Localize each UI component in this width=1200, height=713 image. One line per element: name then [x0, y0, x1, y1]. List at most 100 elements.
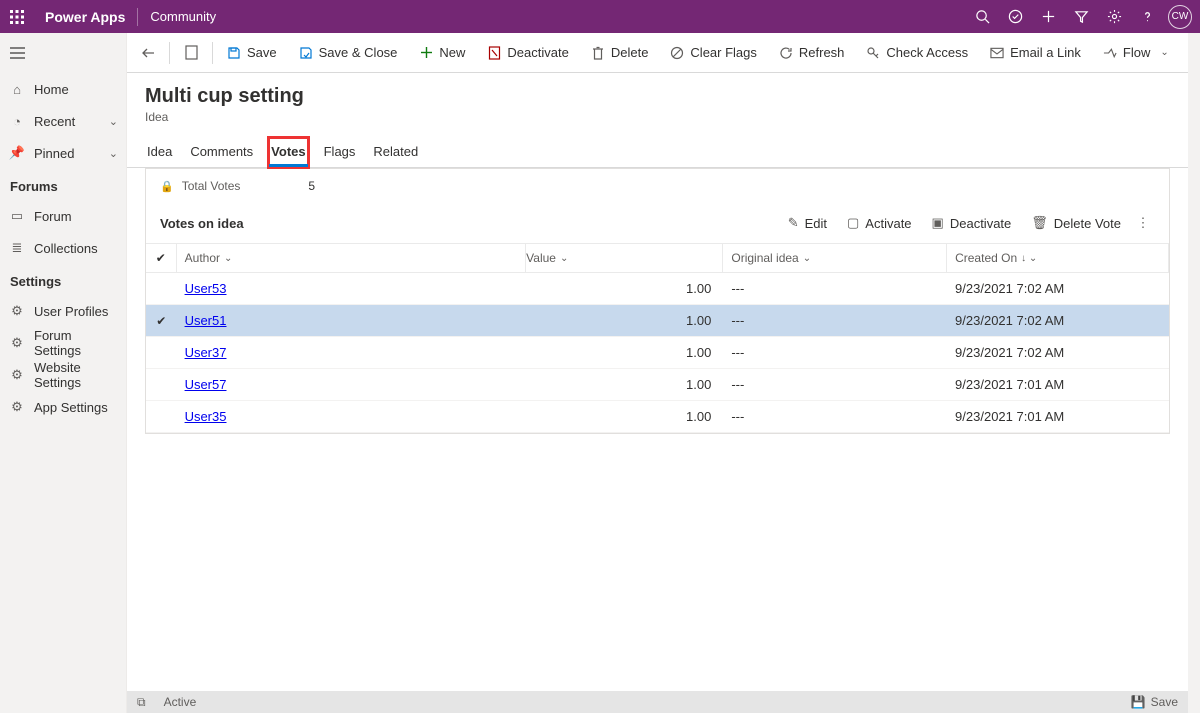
status-bar: ⧉ Active 💾Save: [127, 691, 1188, 713]
flow-button[interactable]: Flow ⌄: [1093, 37, 1179, 69]
cell-author: User53: [177, 273, 527, 304]
more-commands-icon[interactable]: ⋮: [1131, 215, 1155, 231]
votes-card: 🔒 Total Votes 5 Votes on idea ✎Edit ▢Act…: [145, 168, 1170, 434]
cmd-label: Flow: [1123, 45, 1150, 60]
add-icon[interactable]: [1032, 0, 1065, 33]
hamburger-icon[interactable]: [0, 33, 126, 73]
cmd-label: Edit: [805, 216, 827, 231]
author-link[interactable]: User57: [185, 377, 227, 392]
save-button[interactable]: Save: [217, 37, 287, 69]
check-icon: ✔: [156, 314, 166, 328]
col-value[interactable]: Value⌄: [526, 244, 723, 272]
nav-group-forums: Forums: [0, 169, 126, 200]
cell-author: User57: [177, 369, 527, 400]
nav-app-settings[interactable]: ⚙App Settings: [0, 391, 126, 423]
deactivate-button[interactable]: Deactivate: [477, 37, 578, 69]
table-row[interactable]: User371.00---9/23/2021 7:02 AM: [146, 337, 1169, 369]
waffle-icon[interactable]: [0, 0, 33, 33]
form-tabs: Idea Comments Votes Flags Related: [127, 124, 1188, 168]
tab-votes[interactable]: Votes: [269, 138, 307, 167]
row-select[interactable]: [146, 273, 177, 304]
list-icon: ≣: [10, 240, 24, 256]
check-access-button[interactable]: Check Access: [856, 37, 978, 69]
nav-label: Forum: [34, 209, 118, 224]
page-header: Multi cup setting Idea: [127, 73, 1188, 124]
new-button[interactable]: New: [409, 37, 475, 69]
cell-value: 1.00: [526, 305, 723, 336]
tab-comments[interactable]: Comments: [188, 138, 255, 167]
col-author[interactable]: Author⌄: [177, 244, 527, 272]
delete-button[interactable]: Delete: [581, 37, 659, 69]
user-avatar[interactable]: CW: [1168, 5, 1192, 29]
subgrid-title: Votes on idea: [160, 216, 244, 231]
nav-forum[interactable]: ▭ Forum: [0, 200, 126, 232]
nav-label: Home: [34, 82, 118, 97]
col-created-on[interactable]: Created On ↓ ⌄: [947, 244, 1169, 272]
row-select[interactable]: ✔: [146, 305, 177, 336]
cmd-label: Email a Link: [1010, 45, 1081, 60]
clear-flags-icon: [670, 46, 684, 60]
filter-icon[interactable]: [1065, 0, 1098, 33]
nav-forum-settings[interactable]: ⚙Forum Settings: [0, 327, 126, 359]
author-link[interactable]: User53: [185, 281, 227, 296]
clock-icon: ◔: [10, 114, 24, 129]
table-row[interactable]: User571.00---9/23/2021 7:01 AM: [146, 369, 1169, 401]
refresh-button[interactable]: Refresh: [769, 37, 855, 69]
col-original-idea[interactable]: Original idea⌄: [723, 244, 947, 272]
open-record-set-button[interactable]: [174, 37, 208, 69]
author-link[interactable]: User51: [185, 313, 227, 328]
col-label: Created On: [955, 251, 1017, 265]
search-icon[interactable]: [966, 0, 999, 33]
nav-user-profiles[interactable]: ⚙User Profiles: [0, 295, 126, 327]
deactivate-icon: [487, 46, 501, 60]
cmd-label: Refresh: [799, 45, 845, 60]
clear-flags-button[interactable]: Clear Flags: [660, 37, 766, 69]
nav-label: Forum Settings: [34, 328, 118, 358]
table-row[interactable]: ✔User511.00---9/23/2021 7:02 AM: [146, 305, 1169, 337]
tab-flags[interactable]: Flags: [322, 138, 358, 167]
back-button[interactable]: [131, 37, 165, 69]
nav-group-settings: Settings: [0, 264, 126, 295]
nav-website-settings[interactable]: ⚙Website Settings: [0, 359, 126, 391]
content-area: 🔒 Total Votes 5 Votes on idea ✎Edit ▢Act…: [127, 168, 1188, 691]
deactivate-grid-button[interactable]: ▣Deactivate: [922, 207, 1022, 239]
nav-pinned[interactable]: 📌Pinned⌄: [0, 137, 126, 169]
total-votes-value: 5: [308, 179, 315, 193]
global-header: Power Apps Community CW: [0, 0, 1200, 33]
nav-recent[interactable]: ◔Recent⌄: [0, 105, 126, 137]
forum-icon: ▭: [10, 208, 24, 224]
flow-icon: [1103, 47, 1117, 59]
tab-idea[interactable]: Idea: [145, 138, 174, 167]
assistant-icon[interactable]: [999, 0, 1032, 33]
save-close-button[interactable]: Save & Close: [289, 37, 408, 69]
author-link[interactable]: User35: [185, 409, 227, 424]
cell-created-on: 9/23/2021 7:02 AM: [947, 273, 1169, 304]
nav-collections[interactable]: ≣Collections: [0, 232, 126, 264]
delete-vote-button[interactable]: 🗑Delete Vote: [1021, 207, 1131, 239]
cell-original-idea: ---: [723, 401, 947, 432]
table-row[interactable]: User531.00---9/23/2021 7:02 AM: [146, 273, 1169, 305]
row-select[interactable]: [146, 337, 177, 368]
environment-name[interactable]: Community: [138, 9, 228, 24]
row-select[interactable]: [146, 401, 177, 432]
activate-button[interactable]: ▢Activate: [837, 207, 922, 239]
right-scrollbar[interactable]: [1188, 33, 1200, 713]
nav-label: Pinned: [34, 146, 99, 161]
author-link[interactable]: User37: [185, 345, 227, 360]
save-footer-button[interactable]: 💾Save: [1131, 695, 1178, 709]
help-icon[interactable]: [1131, 0, 1164, 33]
page-title: Multi cup setting: [145, 85, 1188, 108]
email-link-button[interactable]: Email a Link: [980, 37, 1091, 69]
settings-gear-icon[interactable]: [1098, 0, 1131, 33]
nav-home[interactable]: ⌂Home: [0, 73, 126, 105]
tab-related[interactable]: Related: [371, 138, 420, 167]
row-select[interactable]: [146, 369, 177, 400]
edit-button[interactable]: ✎ Edit: [778, 207, 837, 239]
col-select[interactable]: ✔: [146, 244, 177, 272]
table-row[interactable]: User351.00---9/23/2021 7:01 AM: [146, 401, 1169, 433]
chevron-down-icon: ⌄: [1160, 47, 1168, 58]
check-icon: ✔: [156, 251, 166, 265]
popout-icon[interactable]: ⧉: [137, 695, 146, 710]
cell-value: 1.00: [526, 401, 723, 432]
pencil-icon: ✎: [788, 215, 799, 231]
